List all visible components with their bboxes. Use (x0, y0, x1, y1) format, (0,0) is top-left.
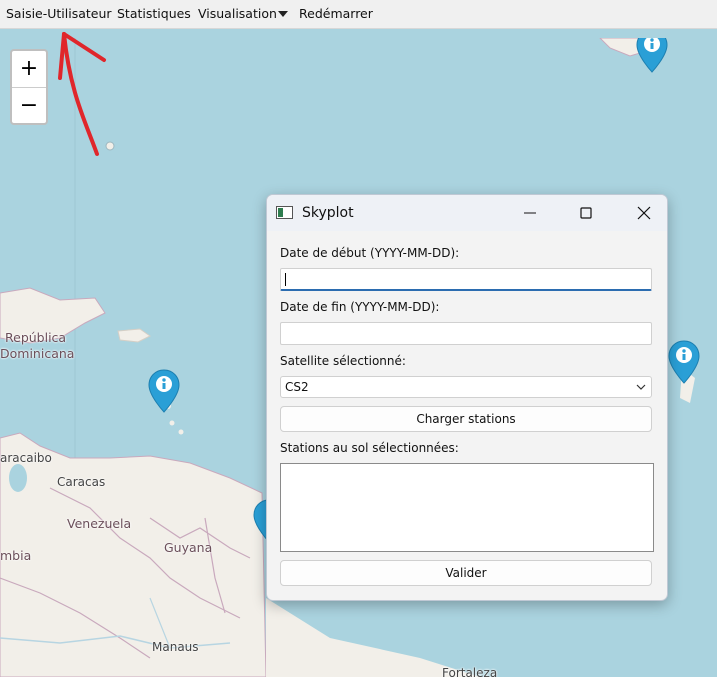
dialog-title: Skyplot (302, 205, 354, 221)
menu-bar: Saisie-Utilisateur Statistiques Visualis… (0, 0, 717, 29)
zoom-control: + − (10, 49, 48, 125)
map-label-maracaibo: aracaibo (0, 451, 52, 465)
map-marker-icon[interactable] (667, 339, 701, 385)
load-stations-button[interactable]: Charger stations (280, 406, 652, 432)
close-icon (637, 206, 651, 220)
chevron-down-icon (636, 384, 646, 390)
map-label-manaus: Manaus (152, 640, 199, 654)
maximize-icon (580, 207, 592, 219)
map-label-fortaleza: Fortaleza (442, 666, 498, 677)
map-label-dominicana: Dominicana (0, 346, 75, 361)
map-label-colombia: mbia (0, 548, 32, 563)
map-label-caracas: Caracas (57, 475, 106, 489)
end-date-label: Date de fin (YYYY-MM-DD): (280, 300, 440, 314)
annotation-arrow-icon (58, 32, 106, 156)
map-label-guyana: Guyana (164, 540, 213, 555)
map-marker-icon[interactable] (635, 38, 669, 74)
minimize-icon (524, 212, 536, 214)
validate-button[interactable]: Valider (280, 560, 652, 586)
maximize-button[interactable] (563, 197, 609, 229)
zoom-out-button[interactable]: − (12, 88, 46, 124)
menu-saisie-utilisateur[interactable]: Saisie-Utilisateur (6, 6, 112, 21)
map-marker-icon[interactable] (147, 368, 181, 414)
menu-visualisation[interactable]: Visualisation (198, 6, 277, 21)
stations-list[interactable] (280, 463, 654, 552)
dialog-titlebar[interactable]: Skyplot (267, 195, 667, 231)
menu-statistiques[interactable]: Statistiques (117, 6, 191, 21)
stations-label: Stations au sol sélectionnées: (280, 441, 459, 455)
start-date-input[interactable] (280, 268, 652, 291)
satellite-select[interactable]: CS2 (280, 376, 652, 398)
app-icon (276, 206, 293, 219)
zoom-in-button[interactable]: + (12, 51, 46, 88)
skyplot-dialog: Skyplot Date de début (YYYY-MM-DD): Date… (266, 194, 668, 601)
map-label-venezuela: Venezuela (67, 516, 132, 531)
minimize-button[interactable] (507, 197, 553, 229)
close-button[interactable] (621, 197, 667, 229)
start-date-label: Date de début (YYYY-MM-DD): (280, 246, 460, 260)
dropdown-arrow-icon[interactable] (278, 11, 288, 17)
end-date-input[interactable] (280, 322, 652, 345)
map-label-republica: República (5, 330, 67, 345)
satellite-label: Satellite sélectionné: (280, 354, 406, 368)
text-caret (285, 273, 286, 286)
menu-redemarrer[interactable]: Redémarrer (299, 6, 373, 21)
satellite-select-value: CS2 (285, 380, 309, 394)
